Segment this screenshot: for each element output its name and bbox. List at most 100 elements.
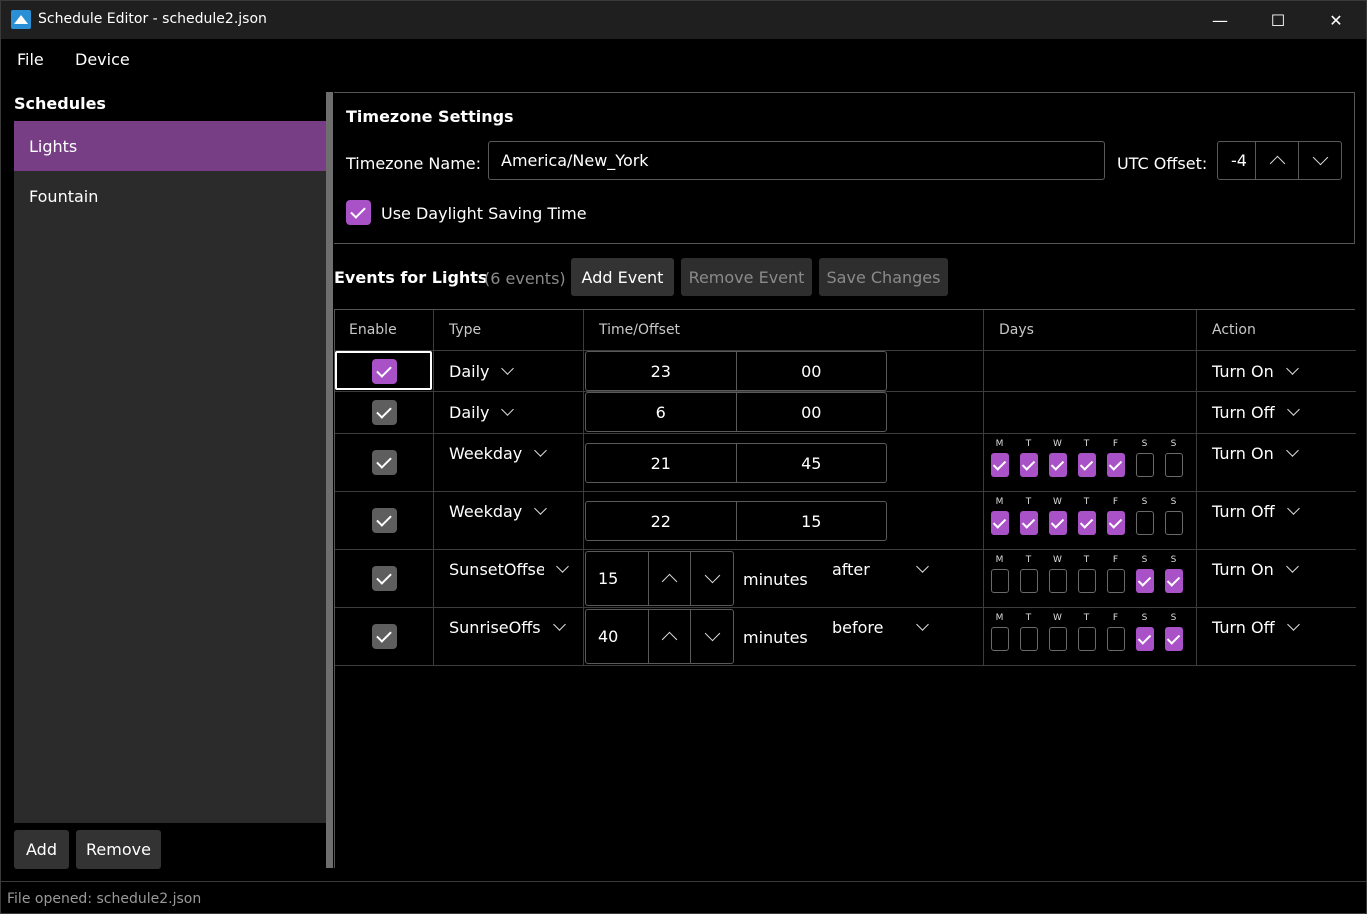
day-checkbox[interactable]: [1135, 511, 1154, 535]
header-action[interactable]: Action: [1212, 310, 1256, 350]
status-bar: File opened: schedule2.json: [1, 881, 1366, 914]
day-checkbox[interactable]: [1106, 453, 1125, 477]
schedule-list[interactable]: Lights Fountain: [14, 121, 326, 823]
action-dropdown[interactable]: Turn On: [1212, 360, 1299, 382]
day-checkbox[interactable]: [990, 453, 1009, 477]
offset-stepper[interactable]: 15: [585, 551, 734, 606]
hour-field[interactable]: 23: [586, 352, 737, 390]
maximize-button[interactable]: ☐: [1249, 1, 1307, 39]
chevron-down-icon: [1285, 444, 1299, 457]
check-icon: [346, 200, 371, 225]
day-letter: W: [1053, 555, 1062, 565]
hour-field[interactable]: 6: [586, 393, 737, 431]
minute-field[interactable]: 45: [737, 444, 887, 482]
hour-field[interactable]: 22: [586, 502, 737, 540]
enable-checkbox[interactable]: [335, 550, 433, 607]
minimize-button[interactable]: —: [1191, 1, 1249, 39]
enable-checkbox[interactable]: [335, 434, 433, 491]
type-dropdown[interactable]: Daily: [449, 401, 515, 423]
save-changes-button[interactable]: Save Changes: [819, 258, 948, 296]
time-input[interactable]: 6 00: [585, 392, 887, 432]
day-checkbox[interactable]: [1135, 569, 1154, 593]
day-checkbox[interactable]: [1077, 453, 1096, 477]
offset-decrement-button[interactable]: [690, 552, 733, 605]
action-dropdown[interactable]: Turn On: [1212, 442, 1299, 464]
header-days[interactable]: Days: [999, 310, 1034, 350]
offset-increment-button[interactable]: [647, 552, 691, 605]
day-checkbox[interactable]: [1164, 627, 1183, 651]
minute-field[interactable]: 00: [737, 352, 887, 390]
utc-offset-stepper[interactable]: -4: [1217, 141, 1342, 180]
minute-field[interactable]: 00: [737, 393, 887, 431]
day-checkbox[interactable]: [1048, 627, 1067, 651]
day-checkbox[interactable]: [1164, 569, 1183, 593]
enable-checkbox[interactable]: [335, 392, 433, 433]
action-dropdown[interactable]: Turn Off: [1212, 616, 1300, 638]
offset-increment-button[interactable]: [647, 610, 691, 663]
type-dropdown[interactable]: SunsetOffse: [449, 558, 569, 580]
dst-checkbox[interactable]: [346, 200, 371, 229]
add-schedule-button[interactable]: Add: [14, 830, 69, 869]
chevron-down-icon: [916, 560, 929, 573]
day-checkbox[interactable]: [1019, 627, 1038, 651]
day-checkbox[interactable]: [1077, 627, 1096, 651]
action-dropdown[interactable]: Turn Off: [1212, 500, 1300, 522]
day-checkbox[interactable]: [1077, 569, 1096, 593]
day-checkbox[interactable]: [1106, 627, 1125, 651]
enable-checkbox[interactable]: [335, 608, 433, 665]
day-checkbox[interactable]: [990, 569, 1009, 593]
utc-increment-button[interactable]: [1255, 142, 1298, 179]
day-checkbox[interactable]: [1135, 453, 1154, 477]
day-checkbox[interactable]: [1164, 511, 1183, 535]
panel-splitter[interactable]: [326, 92, 333, 868]
day-checkbox[interactable]: [1164, 453, 1183, 477]
day-letter: T: [1083, 497, 1090, 507]
close-button[interactable]: ✕: [1307, 1, 1365, 39]
day-checkbox[interactable]: [1106, 511, 1125, 535]
type-dropdown[interactable]: Weekday: [449, 500, 548, 522]
type-dropdown[interactable]: Daily: [449, 360, 515, 382]
day-checkbox[interactable]: [1106, 569, 1125, 593]
remove-schedule-button[interactable]: Remove: [76, 830, 161, 869]
header-time[interactable]: Time/Offset: [599, 310, 680, 350]
menu-device[interactable]: Device: [75, 50, 130, 69]
day-letter: S: [1170, 555, 1177, 565]
timezone-name-input[interactable]: America/New_York: [488, 141, 1105, 180]
header-type[interactable]: Type: [449, 310, 481, 350]
day-checkbox[interactable]: [1048, 453, 1067, 477]
schedule-item-lights[interactable]: Lights: [14, 121, 326, 171]
offset-direction-dropdown[interactable]: before: [832, 616, 932, 638]
day-letter: T: [1025, 613, 1032, 623]
time-input[interactable]: 22 15: [585, 501, 887, 541]
schedules-heading: Schedules: [14, 94, 106, 113]
time-input[interactable]: 21 45: [585, 443, 887, 483]
day-checkbox[interactable]: [990, 627, 1009, 651]
day-checkbox[interactable]: [1048, 511, 1067, 535]
day-checkbox[interactable]: [1019, 453, 1038, 477]
enable-checkbox[interactable]: [335, 492, 433, 549]
type-dropdown[interactable]: Weekday: [449, 442, 548, 464]
menu-file[interactable]: File: [17, 50, 44, 69]
day-checkbox[interactable]: [1019, 511, 1038, 535]
offset-stepper[interactable]: 40: [585, 609, 734, 664]
time-input[interactable]: 23 00: [585, 351, 887, 391]
schedule-item-fountain[interactable]: Fountain: [14, 171, 326, 221]
action-dropdown[interactable]: Turn On: [1212, 558, 1299, 580]
action-dropdown[interactable]: Turn Off: [1212, 401, 1300, 423]
header-enable[interactable]: Enable: [349, 310, 397, 350]
day-5: S: [1130, 555, 1159, 593]
chevron-down-icon: [1286, 618, 1300, 631]
add-event-button[interactable]: Add Event: [571, 258, 674, 296]
utc-decrement-button[interactable]: [1298, 142, 1341, 179]
offset-direction-dropdown[interactable]: after: [832, 558, 932, 580]
offset-decrement-button[interactable]: [690, 610, 733, 663]
day-checkbox[interactable]: [1135, 627, 1154, 651]
day-checkbox[interactable]: [1019, 569, 1038, 593]
minute-field[interactable]: 15: [737, 502, 887, 540]
remove-event-button[interactable]: Remove Event: [681, 258, 812, 296]
day-checkbox[interactable]: [1048, 569, 1067, 593]
day-checkbox[interactable]: [990, 511, 1009, 535]
day-checkbox[interactable]: [1077, 511, 1096, 535]
hour-field[interactable]: 21: [586, 444, 737, 482]
type-dropdown[interactable]: SunriseOffs: [449, 616, 566, 638]
